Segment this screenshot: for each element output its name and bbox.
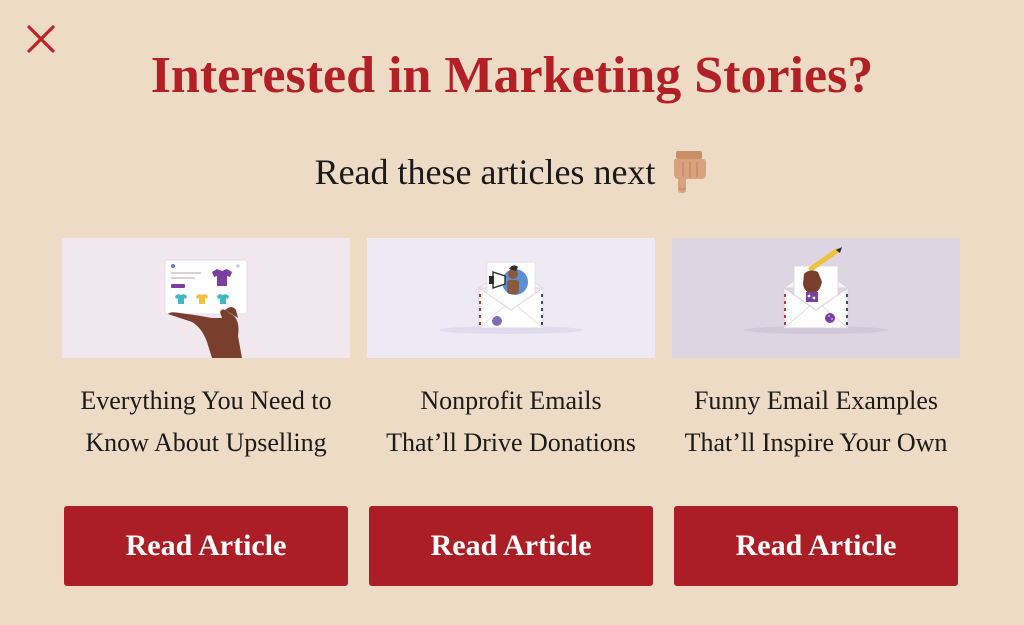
article-card-nonprofit-emails: Nonprofit Emails That’ll Drive Donations… — [367, 238, 655, 588]
article-image-nonprofit-emails — [367, 238, 655, 358]
modal-title: Interested in Marketing Stories? — [150, 47, 874, 104]
article-title-line: Funny Email Examples — [693, 386, 939, 415]
pointing-down-hand-icon — [674, 151, 707, 193]
envelope-with-person-illustration — [439, 261, 583, 334]
read-article-button-nonprofit-emails[interactable]: Read Article — [369, 506, 653, 586]
subtitle-text: Read these articles next — [314, 152, 656, 192]
article-image-funny-email-examples — [672, 238, 960, 358]
read-article-button-funny-email-examples[interactable]: Read Article — [674, 506, 958, 586]
article-title-line: Nonprofit Emails — [420, 386, 602, 415]
article-title-nonprofit-emails: Nonprofit Emails That’ll Drive Donations — [367, 380, 655, 470]
article-card-funny-email-examples: Funny Email Examples That’ll Inspire You… — [672, 238, 960, 588]
article-title-upselling: Everything You Need to Know About Upsell… — [62, 380, 350, 470]
article-title-line: That’ll Inspire Your Own — [684, 428, 948, 457]
hand-holding-card-illustration — [164, 259, 248, 358]
article-title-funny-email-examples: Funny Email Examples That’ll Inspire You… — [672, 380, 960, 470]
article-title-line: That’ll Drive Donations — [386, 428, 636, 457]
read-article-button-upselling[interactable]: Read Article — [64, 506, 348, 586]
envelope-with-hand-pencil-illustration — [744, 247, 888, 334]
article-image-upselling — [62, 238, 350, 358]
modal-subtitle: Read these articles next — [0, 145, 1024, 199]
article-card-upselling: Everything You Need to Know About Upsell… — [62, 238, 350, 588]
article-title-line: Know About Upselling — [85, 428, 327, 457]
article-title-line: Everything You Need to — [80, 386, 332, 415]
